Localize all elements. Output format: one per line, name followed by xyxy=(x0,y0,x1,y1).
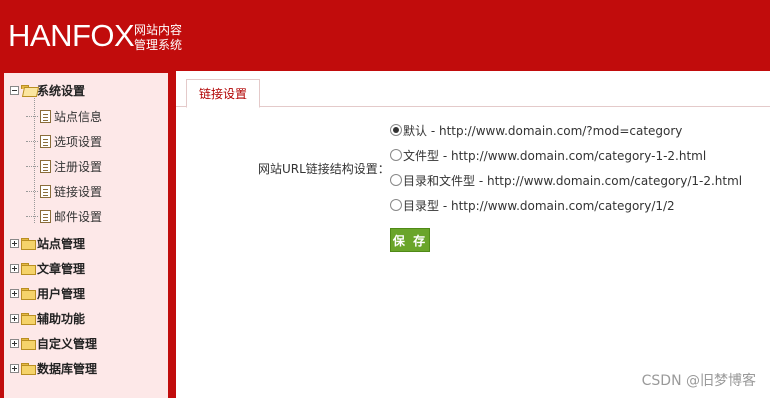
sidebar-item-options[interactable]: 选项设置 xyxy=(26,131,102,151)
sidebar-item-site-info[interactable]: 站点信息 xyxy=(26,106,102,126)
sidebar-group-label: 辅助功能 xyxy=(37,311,86,326)
sidebar-item-mail[interactable]: 邮件设置 xyxy=(26,206,102,226)
sidebar-item-label: 邮件设置 xyxy=(54,209,103,224)
document-icon xyxy=(40,209,51,223)
tree-dots xyxy=(26,215,38,217)
expand-icon[interactable] xyxy=(10,313,19,323)
option-label: 目录型 - http://www.domain.com/category/1/2 xyxy=(403,198,675,213)
sidebar-group-article-management[interactable]: 文章管理 xyxy=(10,258,85,278)
sidebar-item-label: 注册设置 xyxy=(54,159,103,174)
folder-icon xyxy=(21,312,36,325)
radio-button[interactable] xyxy=(390,174,402,186)
sidebar-item-label: 站点信息 xyxy=(54,109,103,124)
tree-dots xyxy=(26,140,38,142)
document-icon xyxy=(40,159,51,173)
nav-tree: 系统设置 站点信息 选项设置 注册设置 链接设置 邮件设置 站点管理 文章管理 … xyxy=(4,73,168,398)
folder-icon xyxy=(21,337,36,350)
folder-icon xyxy=(21,287,36,300)
collapse-icon[interactable] xyxy=(10,85,19,95)
app-header: HANFOX 网站内容 管理系统 xyxy=(0,0,770,71)
save-button[interactable]: 保 存 xyxy=(390,228,430,252)
sidebar-group-label: 文章管理 xyxy=(37,261,86,276)
sidebar-group-label: 用户管理 xyxy=(37,286,86,301)
sidebar-item-label: 选项设置 xyxy=(54,134,103,149)
tree-dots xyxy=(26,165,38,167)
option-directory-file[interactable]: 目录和文件型 - http://www.domain.com/category/… xyxy=(390,171,742,189)
expand-icon[interactable] xyxy=(10,238,19,248)
option-file[interactable]: 文件型 - http://www.domain.com/category-1-2… xyxy=(390,146,706,164)
sidebar-group-label: 数据库管理 xyxy=(37,361,98,376)
sidebar-item-label: 链接设置 xyxy=(54,184,103,199)
tree-dots xyxy=(26,190,38,192)
radio-button[interactable] xyxy=(390,149,402,161)
sidebar-group-label: 自定义管理 xyxy=(37,336,98,351)
tab-link-settings[interactable]: 链接设置 xyxy=(186,79,261,108)
logo-subtitle: 网站内容 管理系统 xyxy=(134,23,182,53)
sidebar-group-database-management[interactable]: 数据库管理 xyxy=(10,358,97,378)
option-label: 默认 - http://www.domain.com/?mod=category xyxy=(403,123,683,138)
sidebar-group-site-management[interactable]: 站点管理 xyxy=(10,233,85,253)
sidebar-group-utilities[interactable]: 辅助功能 xyxy=(10,308,85,328)
document-icon xyxy=(40,134,51,148)
tab-bar: 链接设置 xyxy=(176,79,770,108)
logo-subtitle-line2: 管理系统 xyxy=(134,38,183,52)
tree-dots xyxy=(26,115,38,117)
sidebar-group-custom-management[interactable]: 自定义管理 xyxy=(10,333,97,353)
sidebar-item-registration[interactable]: 注册设置 xyxy=(26,156,102,176)
option-label: 文件型 - http://www.domain.com/category-1-2… xyxy=(403,148,707,163)
expand-icon[interactable] xyxy=(10,288,19,298)
logo-subtitle-line1: 网站内容 xyxy=(134,23,183,37)
expand-icon[interactable] xyxy=(10,263,19,273)
expand-icon[interactable] xyxy=(10,363,19,373)
sidebar-item-links[interactable]: 链接设置 xyxy=(26,181,102,201)
folder-open-icon xyxy=(21,84,35,96)
folder-icon xyxy=(21,362,36,375)
main-content: 链接设置 网站URL链接结构设置： 默认 - http://www.domain… xyxy=(176,71,770,398)
document-icon xyxy=(40,184,51,198)
radio-button[interactable] xyxy=(390,199,402,211)
folder-icon xyxy=(21,237,36,250)
sidebar-group-label: 站点管理 xyxy=(37,236,86,251)
sidebar-group-user-management[interactable]: 用户管理 xyxy=(10,283,85,303)
option-default[interactable]: 默认 - http://www.domain.com/?mod=category xyxy=(390,121,682,139)
radio-button[interactable] xyxy=(390,124,402,136)
sidebar-group-system-settings[interactable]: 系统设置 xyxy=(10,80,85,100)
logo[interactable]: HANFOX xyxy=(8,18,135,54)
option-directory[interactable]: 目录型 - http://www.domain.com/category/1/2 xyxy=(390,196,675,214)
sidebar: 系统设置 站点信息 选项设置 注册设置 链接设置 邮件设置 站点管理 文章管理 … xyxy=(4,73,168,398)
watermark: CSDN @旧梦博客 xyxy=(641,373,756,389)
sidebar-group-label: 系统设置 xyxy=(37,83,86,98)
document-icon xyxy=(40,109,51,123)
url-structure-label: 网站URL链接结构设置： xyxy=(258,162,390,176)
expand-icon[interactable] xyxy=(10,338,19,348)
option-label: 目录和文件型 - http://www.domain.com/category/… xyxy=(403,173,743,188)
folder-icon xyxy=(21,262,36,275)
